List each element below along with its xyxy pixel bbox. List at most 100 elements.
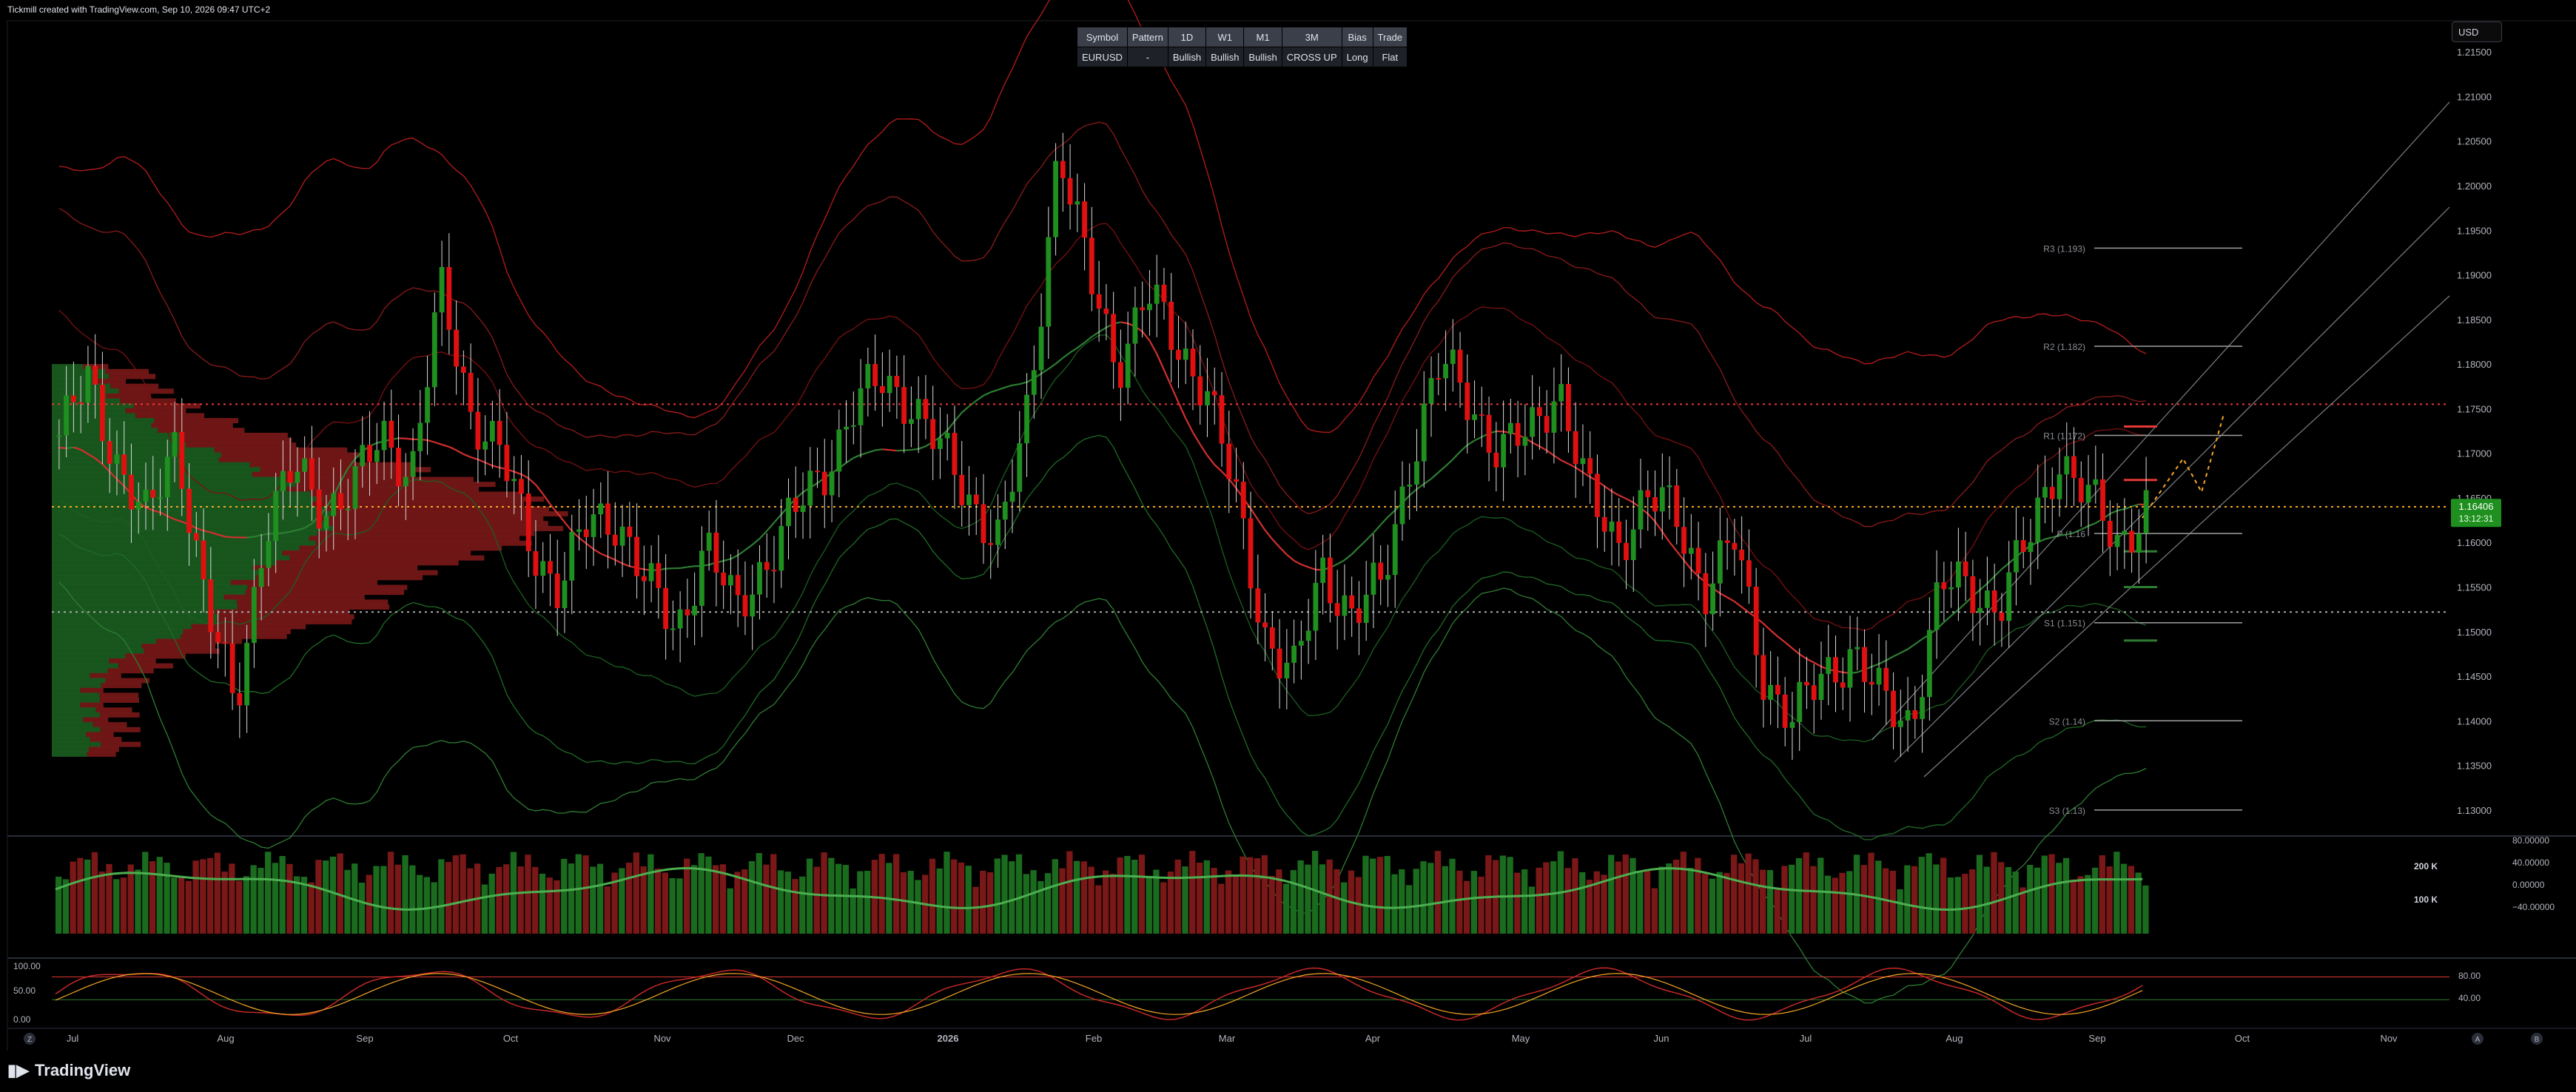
candle-body[interactable]: [1536, 407, 1542, 417]
candle-body[interactable]: [2100, 479, 2105, 521]
candle-body[interactable]: [1977, 607, 1983, 613]
candle-body[interactable]: [981, 504, 986, 543]
candle-body[interactable]: [1847, 649, 1853, 688]
candle-body[interactable]: [1645, 490, 1651, 497]
candle-body[interactable]: [1140, 307, 1146, 311]
candle-body[interactable]: [1667, 485, 1672, 488]
candle-body[interactable]: [735, 575, 741, 596]
candle-body[interactable]: [1926, 630, 1932, 698]
candle-body[interactable]: [201, 540, 206, 580]
candle-body[interactable]: [164, 456, 170, 498]
candle-body[interactable]: [1450, 349, 1456, 364]
candle-body[interactable]: [367, 445, 372, 462]
candle-body[interactable]: [425, 387, 430, 423]
candle-body[interactable]: [619, 526, 625, 546]
candle-body[interactable]: [244, 642, 250, 706]
candle-body[interactable]: [1371, 562, 1376, 595]
candle-body[interactable]: [742, 595, 748, 617]
candle-body[interactable]: [2122, 530, 2128, 536]
candle-body[interactable]: [692, 605, 698, 616]
candle-body[interactable]: [548, 561, 553, 574]
candle-body[interactable]: [685, 609, 690, 616]
candle-body[interactable]: [345, 508, 351, 510]
currency-select[interactable]: USD: [2452, 21, 2502, 42]
candle-body[interactable]: [1262, 622, 1268, 628]
candle-body[interactable]: [1017, 443, 1023, 492]
candle-body[interactable]: [468, 372, 474, 412]
candle-body[interactable]: [2020, 540, 2026, 553]
candle-body[interactable]: [627, 526, 633, 537]
candle-body[interactable]: [800, 505, 806, 513]
candle-body[interactable]: [482, 441, 488, 450]
candle-body[interactable]: [1624, 542, 1629, 561]
candle-body[interactable]: [923, 399, 929, 419]
candle-body[interactable]: [150, 490, 156, 498]
candle-body[interactable]: [295, 471, 300, 483]
candle-body[interactable]: [2049, 487, 2055, 499]
candle-body[interactable]: [1205, 391, 1210, 405]
candle-body[interactable]: [417, 422, 423, 451]
candle-body[interactable]: [1732, 542, 1738, 550]
candle-body[interactable]: [1183, 348, 1188, 360]
candle-body[interactable]: [1378, 562, 1384, 580]
candle-body[interactable]: [1681, 527, 1686, 554]
candle-body[interactable]: [1587, 458, 1593, 474]
candle-body[interactable]: [1833, 657, 1838, 683]
candle-body[interactable]: [93, 365, 98, 385]
candle-body[interactable]: [266, 541, 272, 568]
candle-body[interactable]: [331, 493, 337, 516]
candle-body[interactable]: [78, 402, 84, 404]
candle-body[interactable]: [1176, 349, 1181, 360]
candle-body[interactable]: [1616, 521, 1622, 543]
candle-body[interactable]: [1082, 201, 1088, 238]
candle-body[interactable]: [1024, 394, 1029, 444]
candle-body[interactable]: [1298, 641, 1304, 646]
candle-body[interactable]: [519, 479, 524, 494]
candle-body[interactable]: [1840, 682, 1846, 688]
candle-body[interactable]: [1255, 588, 1261, 623]
candle-body[interactable]: [1573, 431, 1578, 465]
candle-body[interactable]: [1862, 647, 1867, 682]
candle-body[interactable]: [1883, 667, 1889, 691]
candle-body[interactable]: [569, 531, 575, 581]
candle-body[interactable]: [280, 471, 286, 491]
candle-body[interactable]: [193, 533, 199, 541]
candle-body[interactable]: [1897, 720, 1903, 727]
candle-body[interactable]: [1147, 303, 1152, 311]
candle-body[interactable]: [237, 692, 243, 706]
candle-body[interactable]: [1775, 684, 1780, 695]
candle-body[interactable]: [879, 385, 885, 394]
tradingview-brand[interactable]: ▮▶ TradingView: [7, 1061, 130, 1080]
candle-body[interactable]: [836, 429, 842, 472]
candle-body[interactable]: [360, 445, 366, 467]
candle-body[interactable]: [858, 388, 864, 425]
candle-body[interactable]: [1349, 595, 1355, 609]
candle-body[interactable]: [1125, 343, 1131, 388]
candle-body[interactable]: [677, 609, 683, 629]
candle-body[interactable]: [1407, 485, 1413, 487]
candle-body[interactable]: [1277, 648, 1282, 678]
candle-body[interactable]: [1674, 485, 1680, 528]
candle-body[interactable]: [612, 534, 618, 546]
candle-body[interactable]: [1818, 673, 1824, 701]
candle-body[interactable]: [338, 493, 343, 510]
candle-body[interactable]: [1530, 407, 1536, 437]
candle-body[interactable]: [1472, 414, 1477, 420]
candle-body[interactable]: [511, 479, 517, 482]
candle-body[interactable]: [1753, 586, 1759, 655]
candle-body[interactable]: [2143, 490, 2149, 534]
candle-body[interactable]: [1609, 521, 1615, 532]
candle-body[interactable]: [1638, 490, 1644, 530]
candle-body[interactable]: [1652, 496, 1658, 512]
candle-body[interactable]: [699, 550, 704, 606]
candle-body[interactable]: [786, 497, 791, 527]
candle-body[interactable]: [901, 387, 907, 424]
candle-body[interactable]: [966, 494, 972, 505]
candle-body[interactable]: [208, 579, 214, 633]
candle-body[interactable]: [323, 516, 329, 529]
candle-body[interactable]: [85, 365, 91, 402]
candle-body[interactable]: [316, 489, 322, 529]
candle-body[interactable]: [865, 363, 871, 388]
candle-body[interactable]: [1905, 710, 1911, 721]
candle-body[interactable]: [1891, 690, 1896, 727]
